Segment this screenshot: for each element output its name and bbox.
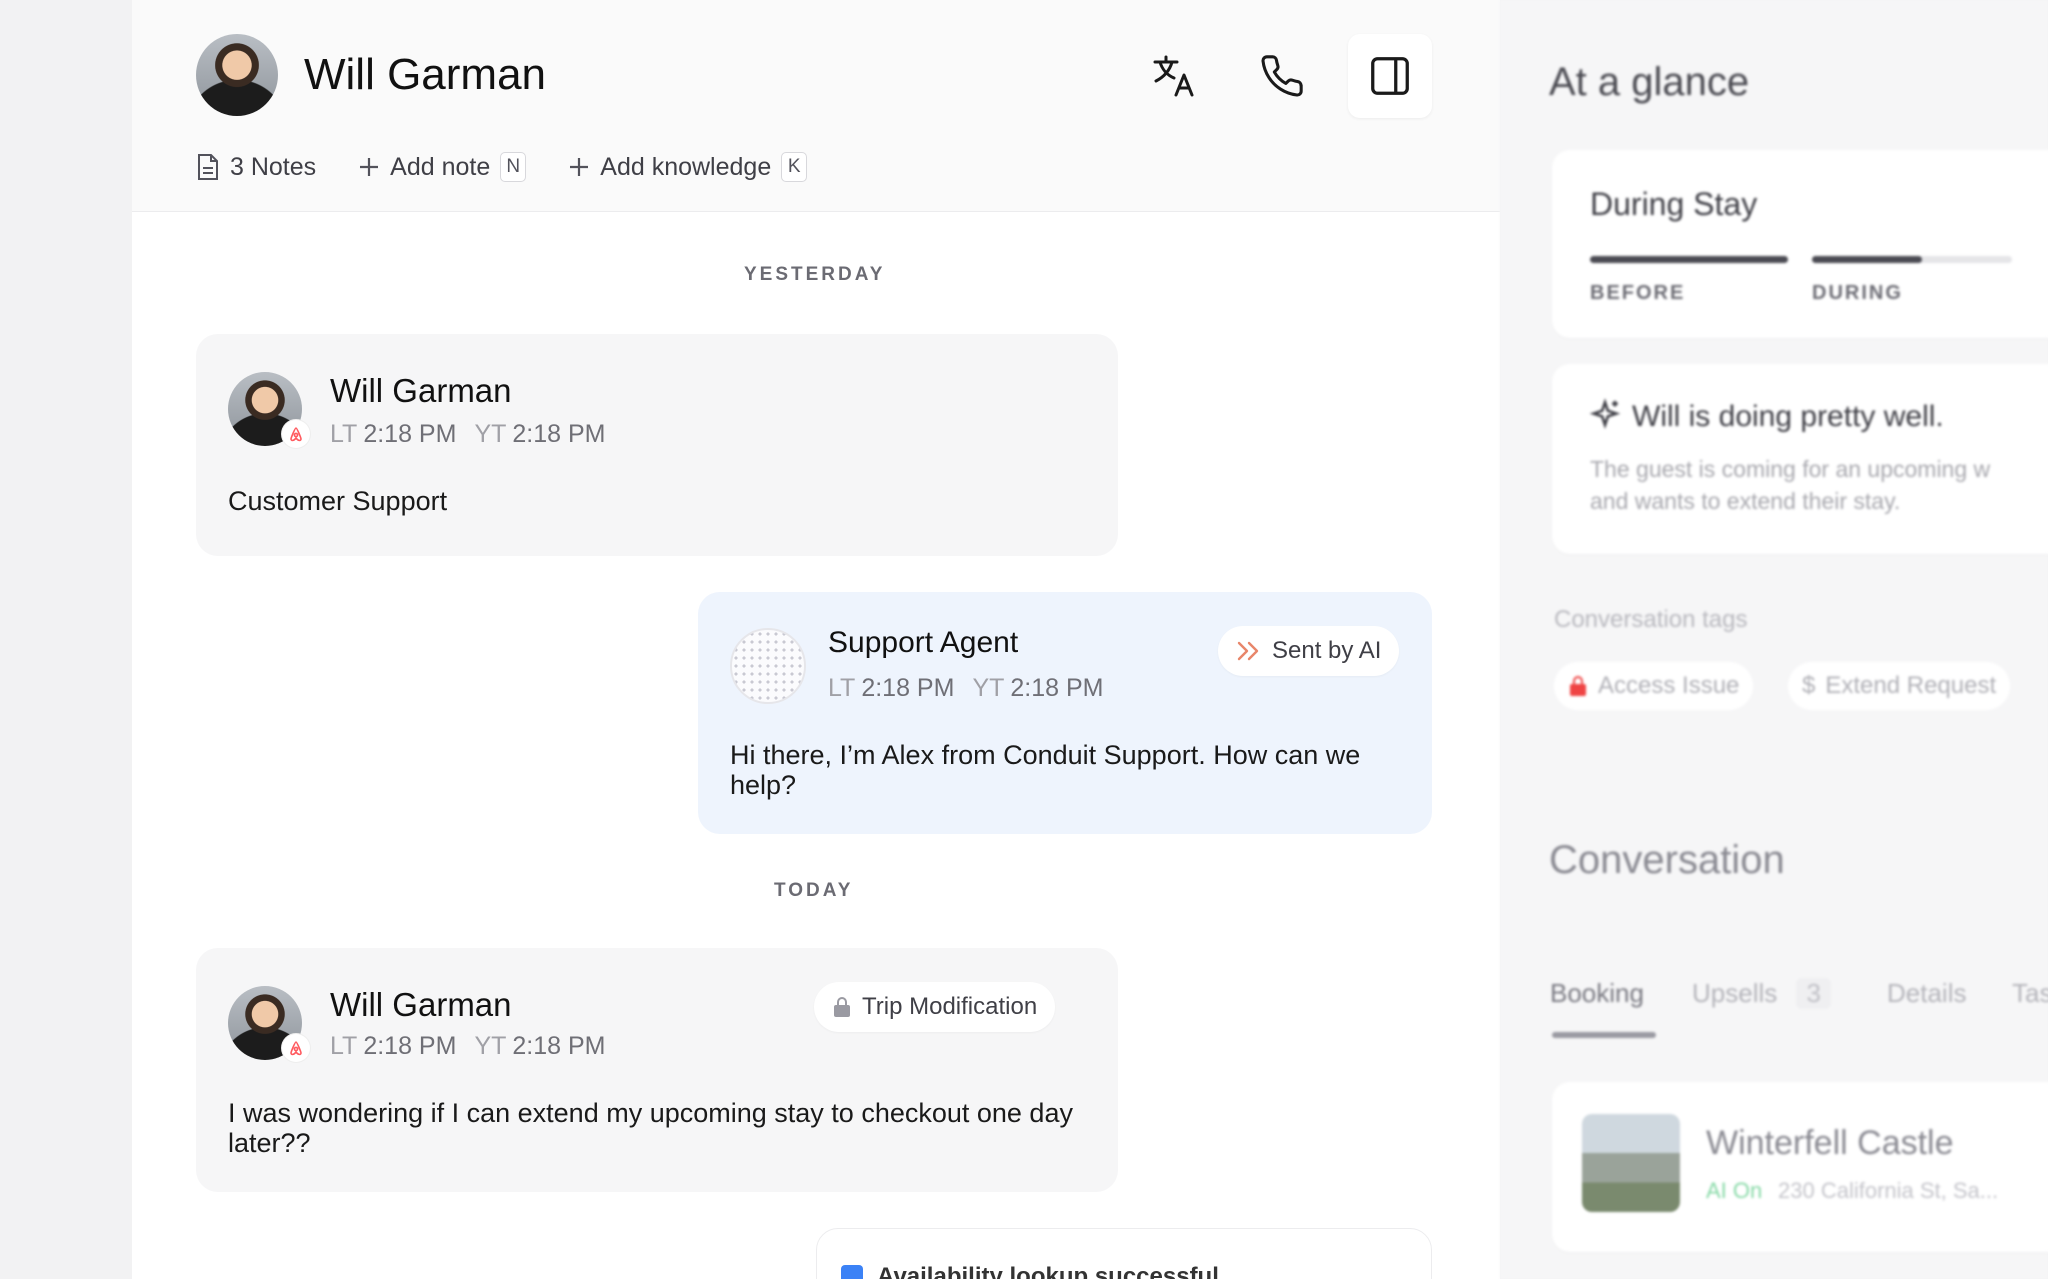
summary-text-line-1: The guest is coming for an upcoming w: [1590, 456, 1991, 482]
summary-headline: Will is doing pretty well.: [1632, 400, 1944, 433]
listing-card[interactable]: Winterfell Castle AI On 230 California S…: [1552, 1082, 2048, 1252]
panel-title: At a glance: [1549, 60, 1750, 104]
notes-label: 3 Notes: [230, 152, 317, 181]
listing-name: Winterfell Castle: [1706, 1124, 1954, 1162]
add-knowledge-shortcut: K: [781, 152, 808, 182]
lock-icon: [834, 997, 850, 1017]
tab-upsells[interactable]: Upsells 3: [1692, 978, 1831, 1009]
calendar-icon: [841, 1265, 863, 1279]
plus-icon: [570, 158, 589, 176]
message-bubble[interactable]: Will Garman LT 2:18 PM YT 2:18 PM Trip Modi…: [196, 948, 1118, 1192]
trip-modification-tag[interactable]: Trip Modification: [814, 982, 1056, 1032]
notes-link[interactable]: 3 Notes: [196, 153, 316, 182]
airbnb-badge: [282, 420, 310, 448]
phone-icon: [1261, 55, 1303, 97]
sender-name: Will Garman: [330, 986, 512, 1023]
add-note-label: Add note: [390, 152, 491, 181]
add-note-button[interactable]: Add note N: [358, 152, 527, 182]
system-event-card: Availability lookup successful: [816, 1228, 1432, 1279]
sender-name: Will Garman: [330, 372, 512, 409]
message-text: Customer Support: [228, 486, 448, 516]
conversation-header: Will Garman 3 Notes Add note N Add knowl…: [132, 0, 1500, 212]
sidebar-panel-icon: [1371, 57, 1409, 95]
message-timestamp: LT 2:18 PM YT 2:18 PM: [330, 1032, 606, 1060]
translate-button[interactable]: [1132, 34, 1216, 118]
upsells-count-badge: 3: [1796, 978, 1831, 1009]
stage-before-label: BEFORE: [1590, 282, 1686, 304]
airbnb-icon: [290, 427, 302, 442]
tag-label: Trip Modification: [862, 993, 1038, 1020]
stay-stage-card[interactable]: During Stay BEFORE DURING: [1552, 150, 2048, 338]
listing-thumbnail: [1582, 1114, 1680, 1212]
add-note-shortcut: N: [500, 152, 527, 182]
active-tab-indicator: [1552, 1032, 1656, 1038]
stage-during-label: DURING: [1812, 282, 1903, 304]
message-text: Hi there, I’m Alex from Conduit Support.…: [730, 740, 1361, 800]
during-progress-track: [1812, 256, 2012, 263]
tab-booking[interactable]: Booking: [1550, 978, 1644, 1009]
guest-avatar[interactable]: [196, 34, 278, 116]
date-divider-today: TODAY: [774, 880, 854, 901]
agent-message-bubble[interactable]: Support Agent LT 2:18 PM YT 2:18 PM Sent by…: [698, 592, 1432, 834]
airbnb-badge: [282, 1034, 310, 1062]
tag-extend-request[interactable]: $ Extend Request: [1788, 662, 2011, 710]
dollar-icon: $: [1802, 672, 1816, 699]
message-text: I was wondering if I can extend my upcom…: [228, 1098, 1073, 1158]
listing-address: 230 California St, Sa...: [1778, 1178, 1999, 1203]
plus-icon: [360, 158, 379, 176]
stay-stage-title: During Stay: [1590, 186, 1758, 222]
ai-status: AI On: [1706, 1178, 1763, 1203]
translate-icon: [1153, 55, 1194, 97]
conversation-main: Will Garman 3 Notes Add note N Add knowl…: [132, 0, 1500, 1279]
sent-by-ai-label: Sent by AI: [1272, 637, 1382, 664]
guest-name: Will Garman: [304, 50, 547, 99]
before-progress-bar: [1590, 256, 1788, 263]
document-icon: [198, 154, 218, 180]
add-knowledge-label: Add knowledge: [600, 152, 772, 181]
sparkle-icon: [1589, 398, 1621, 429]
left-gutter: [0, 0, 132, 1279]
guest-summary-card: Will is doing pretty well. The guest is …: [1552, 364, 2048, 554]
date-divider-yesterday: YESTERDAY: [744, 264, 886, 285]
double-chevron-icon: [1237, 641, 1259, 661]
lock-icon: [1570, 676, 1586, 696]
tab-tasks[interactable]: Tas: [2012, 978, 2048, 1009]
toggle-sidebar-button[interactable]: [1348, 34, 1432, 118]
call-button[interactable]: [1240, 34, 1324, 118]
at-a-glance-panel: At a glance During Stay BEFORE DURING Wi…: [1500, 0, 2048, 1279]
tab-details[interactable]: Details: [1887, 978, 1966, 1009]
message-bubble[interactable]: Will Garman LT 2:18 PM YT 2:18 PM Customer …: [196, 334, 1118, 556]
conversation-tags-title: Conversation tags: [1554, 606, 1748, 633]
message-timestamp: LT 2:18 PM YT 2:18 PM: [828, 674, 1104, 702]
conversation-section-title: Conversation: [1549, 838, 1785, 882]
sender-name: Support Agent: [828, 626, 1019, 659]
tag-label: Extend Request: [1825, 672, 1997, 699]
tag-access-issue[interactable]: Access Issue: [1554, 662, 1754, 710]
sent-by-ai-badge: Sent by AI: [1218, 626, 1400, 676]
summary-text-line-2: and wants to extend their stay.: [1590, 488, 1901, 514]
airbnb-icon: [290, 1041, 302, 1056]
agent-avatar: [730, 628, 806, 704]
message-timestamp: LT 2:18 PM YT 2:18 PM: [330, 420, 606, 448]
add-knowledge-button[interactable]: Add knowledge K: [568, 152, 808, 182]
header-actions: 3 Notes Add note N Add knowledge K: [196, 152, 849, 182]
system-event-text: Availability lookup successful: [877, 1263, 1219, 1279]
tag-label: Access Issue: [1598, 672, 1740, 699]
during-progress-fill: [1812, 256, 1922, 263]
